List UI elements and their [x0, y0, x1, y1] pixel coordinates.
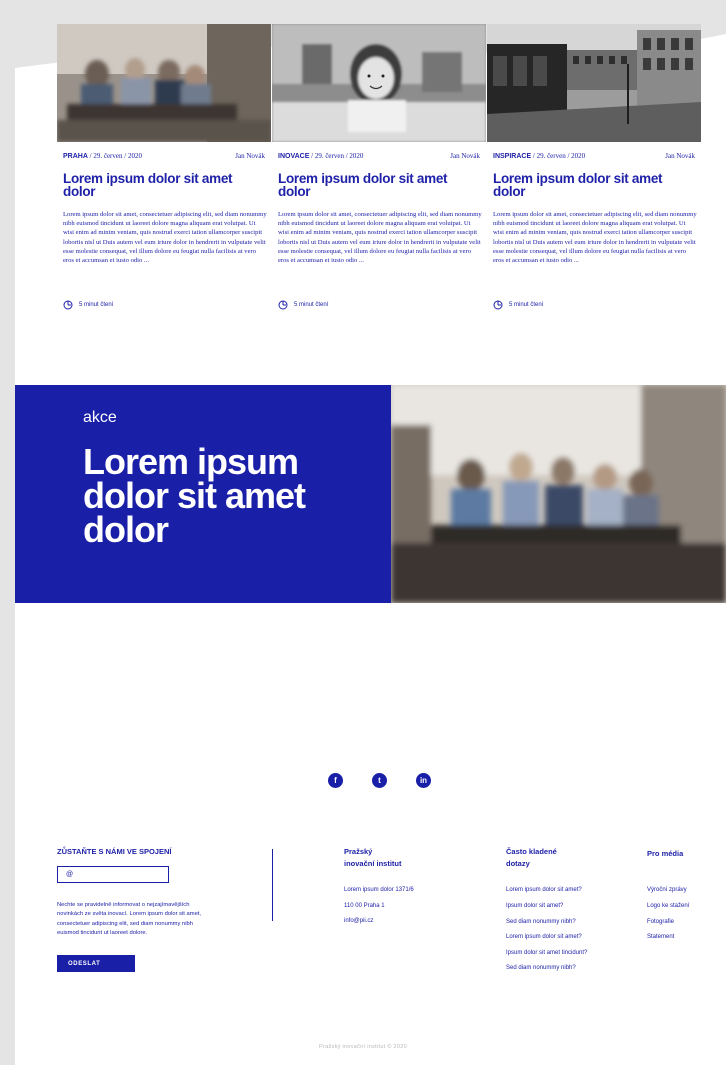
read-time: 5 minut čtení [278, 300, 328, 310]
faq-title-line2: dotazy [506, 859, 530, 868]
read-time-label: 5 minut čtení [509, 302, 544, 308]
article-image-child[interactable] [272, 24, 486, 142]
article-image-street[interactable] [487, 24, 701, 142]
article-author: Jan Novák [235, 152, 265, 160]
newsletter-title: ZŮSTAŇTE S NÁMI VE SPOJENÍ [57, 847, 172, 856]
article-date: 29. červen / 2020 [536, 152, 586, 160]
linkedin-icon[interactable]: in [416, 773, 431, 788]
article-title[interactable]: Lorem ipsum dolor sit amet dolor [493, 172, 693, 199]
read-time: 5 minut čtení [63, 300, 113, 310]
article-excerpt: Lorem ipsum dolor sit amet, consectetuer… [278, 211, 482, 265]
article-date: 29. červen / 2020 [314, 152, 364, 160]
twitter-icon[interactable]: t [372, 773, 387, 788]
submit-button[interactable]: ODESLAT [57, 955, 135, 972]
article-title[interactable]: Lorem ipsum dolor sit amet dolor [278, 172, 478, 199]
clock-icon [493, 300, 503, 310]
media-title: Pro média [647, 849, 684, 858]
media-link[interactable]: Statement [647, 933, 674, 941]
media-link[interactable]: Výroční zprávy [647, 886, 687, 894]
faq-title-line1: Často kladené [506, 847, 557, 856]
article-date: 29. červen / 2020 [93, 152, 142, 160]
read-time-label: 5 minut čtení [294, 302, 329, 308]
article-title[interactable]: Lorem ipsum dolor sit amet dolor [63, 172, 263, 199]
facebook-icon[interactable]: f [328, 773, 343, 788]
event-photo [391, 385, 726, 603]
article-meta: PRAHA / 29. červen / 2020 Jan Novák [63, 152, 265, 160]
category-link[interactable]: INOVACE [278, 153, 309, 160]
category-link[interactable]: INSPIRACE [493, 153, 531, 160]
article-author: Jan Novák [450, 152, 480, 160]
faq-link[interactable]: Lorem ipsum dolor sit amet? [506, 933, 582, 941]
faq-link[interactable]: Ipsum dolor sit amet? [506, 902, 563, 910]
event-banner[interactable]: akce Lorem ipsum dolor sit amet dolor [15, 385, 726, 603]
faq-link[interactable]: Sed diam nonummy nibh? [506, 964, 576, 972]
copyright: Pražský inovační institut © 2020 [319, 1044, 407, 1050]
event-tag: akce [83, 409, 117, 426]
article-meta: INOVACE / 29. červen / 2020 Jan Novák [278, 152, 480, 160]
org-email-link[interactable]: info@pii.cz [344, 917, 373, 925]
category-link[interactable]: PRAHA [63, 153, 88, 160]
faq-link[interactable]: Lorem ipsum dolor sit amet? [506, 886, 582, 894]
article-meta: INSPIRACE / 29. červen / 2020 Jan Novák [493, 152, 695, 160]
org-title-line2: inovační institut [344, 859, 402, 868]
event-title[interactable]: Lorem ipsum dolor sit amet dolor [83, 444, 373, 548]
read-time: 5 minut čtení [493, 300, 543, 310]
media-link[interactable]: Fotografie [647, 918, 674, 926]
article-excerpt: Lorem ipsum dolor sit amet, consectetuer… [493, 211, 697, 265]
media-link[interactable]: Logo ke stažení [647, 902, 689, 910]
faq-link[interactable]: Sed diam nonummy nibh? [506, 918, 576, 926]
article-excerpt: Lorem ipsum dolor sit amet, consectetuer… [63, 211, 267, 265]
article-image-meeting[interactable] [57, 24, 271, 142]
clock-icon [63, 300, 73, 310]
article-author: Jan Novák [665, 152, 695, 160]
org-title-line1: Pražský [344, 847, 373, 856]
read-time-label: 5 minut čtení [79, 302, 114, 308]
org-address: Lorem ipsum dolor 1371/6 [344, 887, 414, 893]
event-banner-panel: akce Lorem ipsum dolor sit amet dolor [15, 385, 391, 603]
newsletter-text: Nechte se pravidelně informovat o nejzaj… [57, 902, 202, 936]
email-field[interactable]: @ [57, 866, 169, 883]
faq-link[interactable]: Ipsum dolor sit amet tincidunt? [506, 949, 587, 957]
org-city: 110 00 Praha 1 [344, 903, 385, 909]
clock-icon [278, 300, 288, 310]
footer-divider [272, 849, 273, 921]
